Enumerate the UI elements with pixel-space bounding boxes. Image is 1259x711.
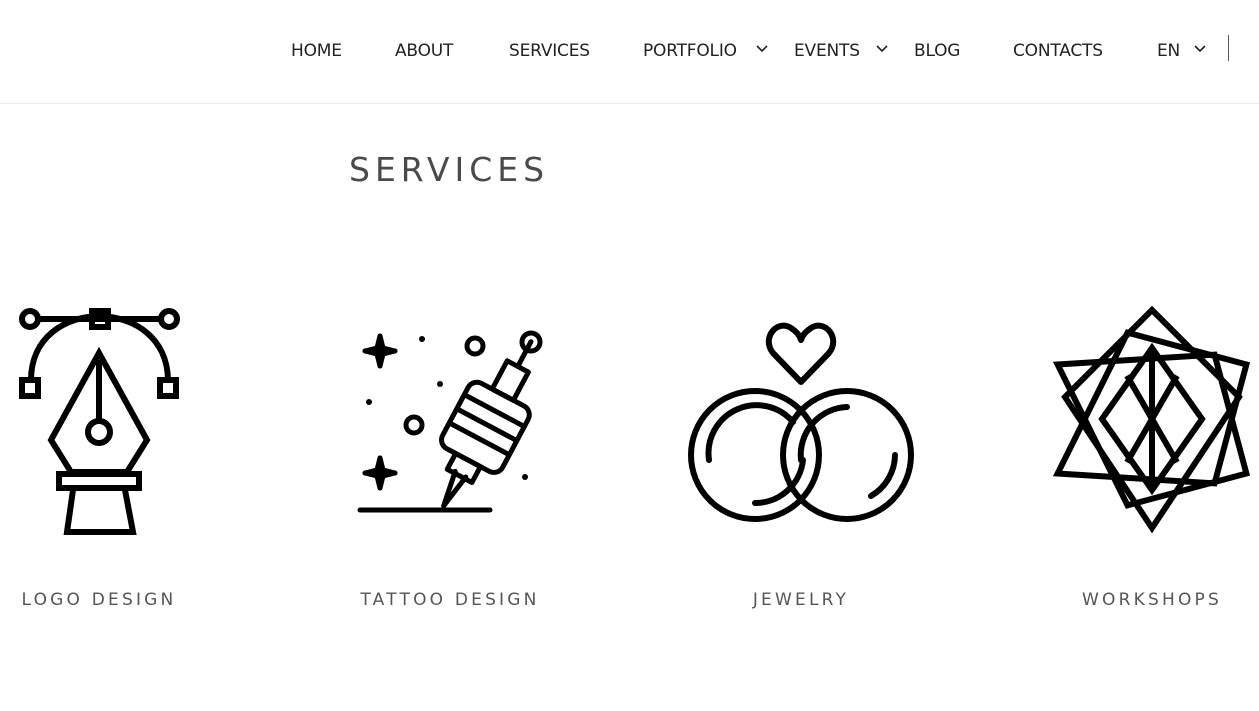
service-label: LOGO DESIGN: [21, 590, 177, 610]
nav-home[interactable]: HOME: [291, 38, 342, 64]
service-label: TATTOO DESIGN: [360, 590, 540, 610]
language-selector[interactable]: EN: [1157, 38, 1180, 64]
nav-contacts[interactable]: CONTACTS: [1013, 38, 1103, 64]
tattoo-machine-icon: [357, 330, 543, 513]
nav-about[interactable]: ABOUT: [395, 38, 453, 64]
nav-events[interactable]: EVENTS: [794, 38, 860, 64]
events-chevron-down-icon[interactable]: [876, 44, 888, 54]
wedding-rings-icon: [688, 322, 914, 522]
geometric-star-icon: [1052, 305, 1251, 534]
service-workshops[interactable]: WORKSHOPS: [1032, 300, 1259, 620]
service-label: JEWELRY: [752, 590, 850, 610]
nav-services[interactable]: SERVICES: [509, 38, 590, 64]
pen-tool-bezier-icon: [19, 308, 180, 535]
service-tattoo-design[interactable]: TATTOO DESIGN: [330, 300, 570, 620]
site-header: HOME ABOUT SERVICES PORTFOLIO EVENTS BLO…: [0, 0, 1259, 104]
service-logo-design[interactable]: LOGO DESIGN: [0, 300, 219, 620]
language-chevron-down-icon[interactable]: [1194, 44, 1206, 54]
portfolio-chevron-down-icon[interactable]: [756, 44, 768, 54]
service-label: WORKSHOPS: [1082, 590, 1222, 610]
service-jewelry[interactable]: JEWELRY: [681, 300, 921, 620]
section-title: SERVICES: [349, 150, 550, 189]
nav-blog[interactable]: BLOG: [914, 38, 960, 64]
nav-portfolio[interactable]: PORTFOLIO: [643, 38, 737, 64]
nav-divider: [1228, 35, 1229, 61]
main-nav: HOME ABOUT SERVICES PORTFOLIO EVENTS BLO…: [0, 0, 1259, 104]
